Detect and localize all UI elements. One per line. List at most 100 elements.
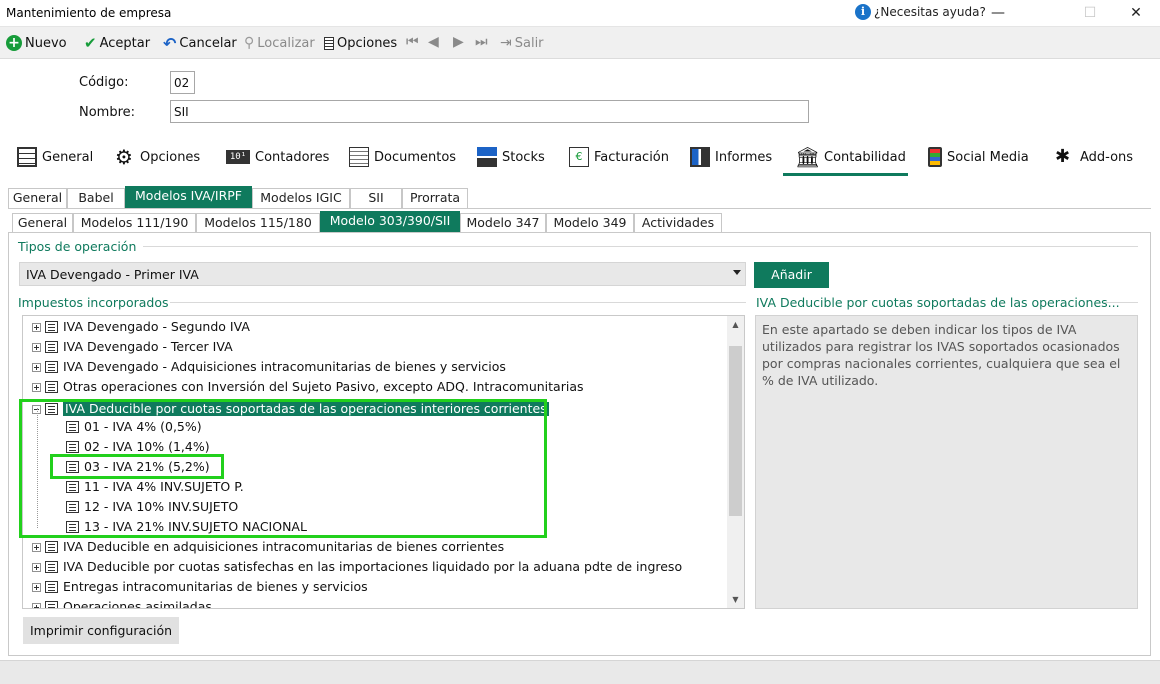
first-record-icon[interactable]: ⏮ xyxy=(406,33,419,51)
tree-row[interactable]: IVA Devengado - Tercer IVA xyxy=(32,337,233,357)
undo-icon: ↶ xyxy=(163,33,177,53)
tab-general[interactable]: General xyxy=(17,140,93,174)
subtab2-modelo-347[interactable]: Modelo 347 xyxy=(460,213,546,233)
document-icon xyxy=(45,541,58,553)
tree-row[interactable]: IVA Deducible en adquisiciones intracomu… xyxy=(32,537,504,557)
gears-icon: ⚙ xyxy=(115,145,133,169)
info-icon[interactable]: i xyxy=(855,4,871,20)
search-icon: ⚲ xyxy=(244,35,255,51)
status-bar xyxy=(0,660,1160,684)
document-icon xyxy=(45,381,58,393)
locate-button[interactable]: ⚲ Localizar xyxy=(244,34,315,52)
tab-counters[interactable]: 10¹ Contadores xyxy=(226,140,329,174)
tab-social-media[interactable]: Social Media xyxy=(928,140,1029,174)
subtab-modelos-igic[interactable]: Modelos IGIC xyxy=(252,188,350,208)
subtab2-modelo-303-390-sii[interactable]: Modelo 303/390/SII xyxy=(320,211,460,233)
accept-button[interactable]: ✔ Aceptar xyxy=(84,34,150,52)
checkmark-icon: ✔ xyxy=(84,34,97,52)
operation-types-title: Tipos de operación xyxy=(18,239,137,254)
subtab2-modelo-349[interactable]: Modelo 349 xyxy=(546,213,634,233)
code-label: Código: xyxy=(79,75,129,90)
tree-row[interactable]: Operaciones asimiladas xyxy=(32,597,212,608)
document-icon xyxy=(45,361,58,373)
highlight-box-item xyxy=(50,454,224,479)
name-field[interactable]: SII xyxy=(170,100,809,123)
list-icon xyxy=(324,36,334,50)
subtab-modelos-iva-irpf[interactable]: Modelos IVA/IRPF xyxy=(125,186,252,208)
expand-icon[interactable] xyxy=(32,342,41,352)
plus-circle-icon: + xyxy=(6,35,22,51)
subtab-general[interactable]: General xyxy=(8,188,67,208)
help-link[interactable]: ¿Necesitas ayuda? xyxy=(874,5,986,19)
tree-row[interactable]: IVA Deducible por cuotas satisfechas en … xyxy=(32,557,682,577)
tab-reports[interactable]: Informes xyxy=(690,140,772,174)
expand-icon[interactable] xyxy=(32,382,41,392)
scroll-up-icon[interactable]: ▲ xyxy=(727,316,744,333)
options-button[interactable]: Opciones xyxy=(324,34,397,52)
active-tab-indicator xyxy=(783,173,908,176)
document-icon xyxy=(45,581,58,593)
code-field[interactable]: 02 xyxy=(170,71,195,94)
document-icon xyxy=(45,341,58,353)
tab-stocks[interactable]: Stocks xyxy=(477,140,545,174)
tab-accounting[interactable]: 🏛 Contabilidad xyxy=(795,140,906,174)
grid-icon xyxy=(17,147,37,167)
new-button[interactable]: + Nuevo xyxy=(6,34,67,52)
bank-icon: 🏛 xyxy=(795,145,821,169)
print-configuration-button[interactable]: Imprimir configuración xyxy=(23,617,179,644)
next-record-icon[interactable]: ▶ xyxy=(453,33,464,51)
subtab-sii[interactable]: SII xyxy=(350,188,402,208)
section-divider xyxy=(170,302,746,303)
last-record-icon[interactable]: ⏭ xyxy=(475,33,488,51)
report-icon xyxy=(690,147,710,167)
tab-options[interactable]: ⚙ Opciones xyxy=(115,140,200,174)
expand-icon[interactable] xyxy=(32,542,41,552)
network-icon: ✱ xyxy=(1055,146,1071,167)
exit-icon: ⇥ xyxy=(500,35,512,51)
section-divider xyxy=(143,246,1138,247)
description-box: En este apartado se deben indicar los ti… xyxy=(755,315,1138,609)
tab-documents[interactable]: Documentos xyxy=(349,140,456,174)
tab-add-ons[interactable]: ✱ Add-ons xyxy=(1055,140,1133,174)
subtab2-actividades[interactable]: Actividades xyxy=(634,213,722,233)
tree-row[interactable]: IVA Devengado - Adquisiciones intracomun… xyxy=(32,357,506,377)
maximize-button[interactable]: ☐ xyxy=(1067,0,1113,27)
expand-icon[interactable] xyxy=(32,582,41,592)
tab-invoicing[interactable]: € Facturación xyxy=(569,140,669,174)
expand-icon[interactable] xyxy=(32,602,41,608)
document-icon xyxy=(45,321,58,333)
boxes-icon xyxy=(477,147,497,167)
expand-icon[interactable] xyxy=(32,562,41,572)
taxes-title: Impuestos incorporados xyxy=(18,295,169,310)
description-title: IVA Deducible por cuotas soportadas de l… xyxy=(756,295,1120,310)
exit-button[interactable]: ⇥ Salir xyxy=(500,34,544,52)
subtab2-modelos-111-190[interactable]: Modelos 111/190 xyxy=(73,213,196,233)
chevron-down-icon[interactable] xyxy=(733,270,741,275)
subtab2-modelos-115-180[interactable]: Modelos 115/180 xyxy=(196,213,320,233)
cancel-button[interactable]: ↶ Cancelar xyxy=(163,33,237,53)
subtab-babel[interactable]: Babel xyxy=(67,188,125,208)
tabstrip-divider xyxy=(8,208,1151,209)
expand-icon[interactable] xyxy=(32,322,41,332)
tree-row[interactable]: Otras operaciones con Inversión del Suje… xyxy=(32,377,584,397)
window-title: Mantenimiento de empresa xyxy=(6,6,172,20)
counter-icon: 10¹ xyxy=(226,150,250,164)
document-icon xyxy=(45,561,58,573)
phone-icon xyxy=(928,147,942,167)
invoice-icon: € xyxy=(569,147,589,167)
scroll-down-icon[interactable]: ▼ xyxy=(727,591,744,608)
previous-record-icon[interactable]: ◀ xyxy=(428,33,439,51)
subtab2-general[interactable]: General xyxy=(12,213,73,233)
expand-icon[interactable] xyxy=(32,362,41,372)
tree-row[interactable]: Entregas intracomunitarias de bienes y s… xyxy=(32,577,368,597)
add-button[interactable]: Añadir xyxy=(754,262,829,288)
tree-row[interactable]: IVA Devengado - Segundo IVA xyxy=(32,317,250,337)
subtab-prorrata[interactable]: Prorrata xyxy=(402,188,468,208)
name-label: Nombre: xyxy=(79,105,136,120)
close-button[interactable]: ✕ xyxy=(1113,0,1159,27)
scroll-thumb[interactable] xyxy=(729,346,742,516)
minimize-button[interactable]: — xyxy=(975,0,1021,27)
documents-icon xyxy=(349,147,369,167)
operation-type-select[interactable]: IVA Devengado - Primer IVA xyxy=(19,262,746,286)
section-divider xyxy=(1104,302,1138,303)
